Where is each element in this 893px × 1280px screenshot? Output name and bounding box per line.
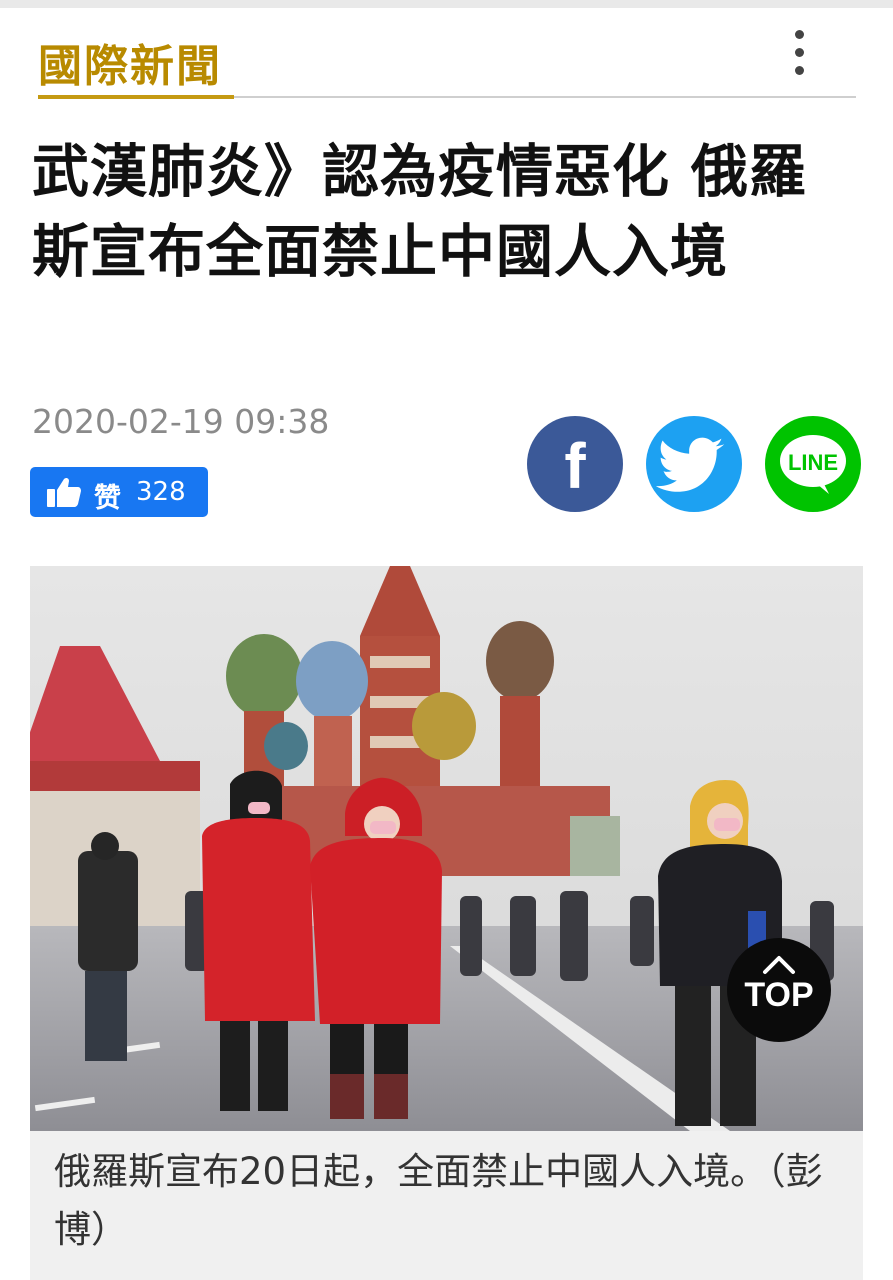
facebook-icon: f xyxy=(564,430,586,502)
article-headline: 武漢肺炎》認為疫情惡化 俄羅斯宣布全面禁止中國人入境 xyxy=(32,139,807,285)
more-vertical-icon xyxy=(795,30,804,39)
more-vertical-icon-dot xyxy=(795,66,804,75)
more-options-button[interactable] xyxy=(785,26,815,80)
photo-caption: 俄羅斯宣布20日起，全面禁止中國人入境。（彭博） xyxy=(54,1150,823,1251)
line-share-button[interactable]: LINE xyxy=(765,416,861,512)
scroll-to-top-button[interactable]: TOP xyxy=(727,938,831,1042)
like-label: 赞 xyxy=(94,483,121,514)
status-bar-strip xyxy=(0,0,893,8)
like-count: 328 xyxy=(136,477,186,507)
line-icon: LINE xyxy=(780,435,846,494)
twitter-share-button[interactable] xyxy=(646,416,742,512)
twitter-bird-icon xyxy=(655,437,725,492)
photo-caption-box: 俄羅斯宣布20日起，全面禁止中國人入境。（彭博） xyxy=(30,1131,863,1280)
facebook-share-button[interactable]: f xyxy=(527,416,623,512)
chevron-up-icon xyxy=(763,956,795,974)
scroll-to-top-label: TOP xyxy=(744,976,814,1014)
section-header: 國際新聞 xyxy=(0,8,893,106)
more-vertical-icon-dot xyxy=(795,48,804,57)
article-timestamp: 2020-02-19 09:38 xyxy=(32,402,330,441)
svg-text:f: f xyxy=(564,430,586,502)
svg-text:LINE: LINE xyxy=(788,450,838,475)
article-photo xyxy=(30,566,863,1131)
header-divider-accent xyxy=(38,95,234,99)
like-button[interactable]: 赞 328 xyxy=(30,467,208,517)
red-square-photo xyxy=(30,566,863,1131)
section-title[interactable]: 國際新聞 xyxy=(38,30,222,94)
thumbs-up-icon xyxy=(47,477,81,507)
